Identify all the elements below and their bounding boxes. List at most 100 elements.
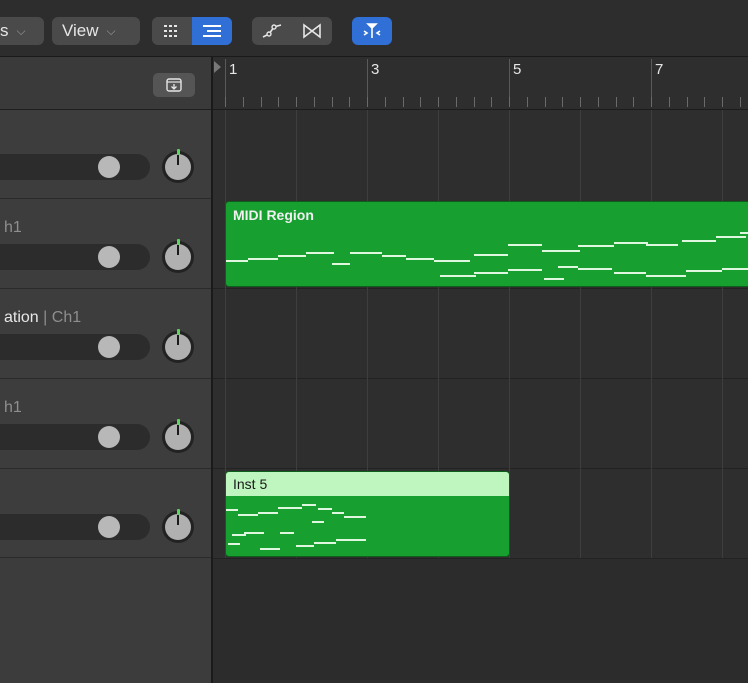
pan-knob[interactable] xyxy=(162,419,194,453)
automation-button[interactable] xyxy=(252,17,292,45)
track-name: h1 xyxy=(4,219,22,236)
track-header[interactable] xyxy=(0,469,211,558)
catch-segmented xyxy=(352,17,392,45)
view-menu-button[interactable]: View ⌵ xyxy=(52,17,140,45)
track-header[interactable] xyxy=(0,110,211,199)
midi-note xyxy=(434,260,470,262)
midi-note xyxy=(382,255,406,257)
midi-note xyxy=(232,534,246,536)
midi-note xyxy=(314,542,336,544)
grid-line xyxy=(580,110,581,558)
pan-knob[interactable] xyxy=(162,329,194,363)
ruler-tick xyxy=(296,97,297,107)
flex-button[interactable] xyxy=(292,17,332,45)
ruler-tick xyxy=(225,97,226,107)
midi-note xyxy=(332,512,344,514)
volume-slider[interactable] xyxy=(0,244,150,270)
track-lane[interactable] xyxy=(213,110,748,200)
region-header xyxy=(226,472,509,496)
midi-note xyxy=(228,543,240,545)
volume-slider-thumb[interactable] xyxy=(98,516,120,538)
edit-menu-button[interactable]: s ⌵ xyxy=(0,17,44,45)
ruler-tick xyxy=(367,97,368,107)
ruler-tick xyxy=(668,97,670,107)
volume-slider[interactable] xyxy=(0,334,150,360)
grid-view-button[interactable] xyxy=(152,17,192,45)
midi-note xyxy=(260,548,280,550)
midi-note xyxy=(336,539,366,541)
ruler-tick xyxy=(739,97,741,107)
ruler-tick xyxy=(686,97,688,107)
ruler-tick xyxy=(615,97,617,107)
volume-slider-thumb[interactable] xyxy=(98,336,120,358)
midi-note xyxy=(302,504,316,506)
ruler-tick xyxy=(420,97,422,107)
ruler-tick xyxy=(278,97,280,107)
chevron-down-icon: ⌵ xyxy=(106,23,116,38)
tracks-area[interactable]: MIDI Region Inst 5 xyxy=(213,110,748,683)
ruler-tick xyxy=(580,97,581,107)
ruler-tick xyxy=(473,97,475,107)
midi-note xyxy=(226,260,248,262)
midi-note xyxy=(248,258,278,260)
ruler-bar-number: 5 xyxy=(513,61,522,78)
list-view-button[interactable] xyxy=(192,17,232,45)
ruler-bar-number: 1 xyxy=(229,61,238,78)
midi-note xyxy=(544,278,564,280)
pan-knob[interactable] xyxy=(162,239,194,273)
automation-segmented xyxy=(252,17,332,45)
edit-menu-label: s xyxy=(0,21,9,40)
ruler-tick xyxy=(544,97,546,107)
midi-note xyxy=(508,269,542,271)
midi-note xyxy=(614,242,648,244)
bar-ruler[interactable]: 1 3 5 7 xyxy=(213,57,748,110)
volume-slider-thumb[interactable] xyxy=(98,156,120,178)
tracks-list-icon xyxy=(203,25,221,37)
catch-playhead-button[interactable] xyxy=(352,17,392,45)
ruler-tick xyxy=(651,97,652,107)
download-tray-icon xyxy=(166,78,182,92)
track-lane[interactable] xyxy=(213,289,748,379)
midi-note xyxy=(716,236,746,238)
midi-note xyxy=(280,532,294,534)
track-header-options-button[interactable] xyxy=(153,73,195,97)
track-header[interactable]: h1 xyxy=(0,379,211,469)
pan-knob[interactable] xyxy=(162,149,194,183)
volume-slider-thumb[interactable] xyxy=(98,246,120,268)
ruler-tick xyxy=(402,97,404,107)
midi-note xyxy=(258,512,278,514)
ruler-tick xyxy=(384,97,386,107)
region-name: MIDI Region xyxy=(233,207,314,223)
grid-icon xyxy=(164,25,177,37)
volume-slider[interactable] xyxy=(0,154,150,180)
ruler-tick xyxy=(349,97,351,107)
pan-knob[interactable] xyxy=(162,509,194,543)
midi-region[interactable]: Inst 5 xyxy=(225,471,510,557)
ruler-tick xyxy=(562,97,564,107)
midi-note xyxy=(646,244,678,246)
grid-line xyxy=(722,110,723,558)
midi-note xyxy=(474,272,508,274)
midi-note xyxy=(614,272,646,274)
midi-note xyxy=(350,252,382,254)
ruler-bar-number: 3 xyxy=(371,61,380,78)
ruler-tick xyxy=(704,97,706,107)
midi-note xyxy=(682,240,716,242)
volume-slider[interactable] xyxy=(0,424,150,450)
ruler-tick xyxy=(722,97,723,107)
volume-slider[interactable] xyxy=(0,514,150,540)
volume-slider-thumb[interactable] xyxy=(98,426,120,448)
midi-note xyxy=(226,509,238,511)
track-lane[interactable] xyxy=(213,379,748,469)
midi-note xyxy=(686,270,722,272)
track-name: h1 xyxy=(4,399,22,416)
track-header[interactable]: h1 xyxy=(0,199,211,289)
control-bar: s ⌵ View ⌵ xyxy=(0,0,748,57)
midi-note xyxy=(278,507,302,509)
ruler-tick xyxy=(331,97,333,107)
midi-note xyxy=(306,252,334,254)
midi-note xyxy=(344,516,366,518)
track-header[interactable]: ation | Ch1 xyxy=(0,289,211,379)
midi-region[interactable]: MIDI Region xyxy=(225,201,748,287)
view-menu-label: View xyxy=(62,21,99,40)
